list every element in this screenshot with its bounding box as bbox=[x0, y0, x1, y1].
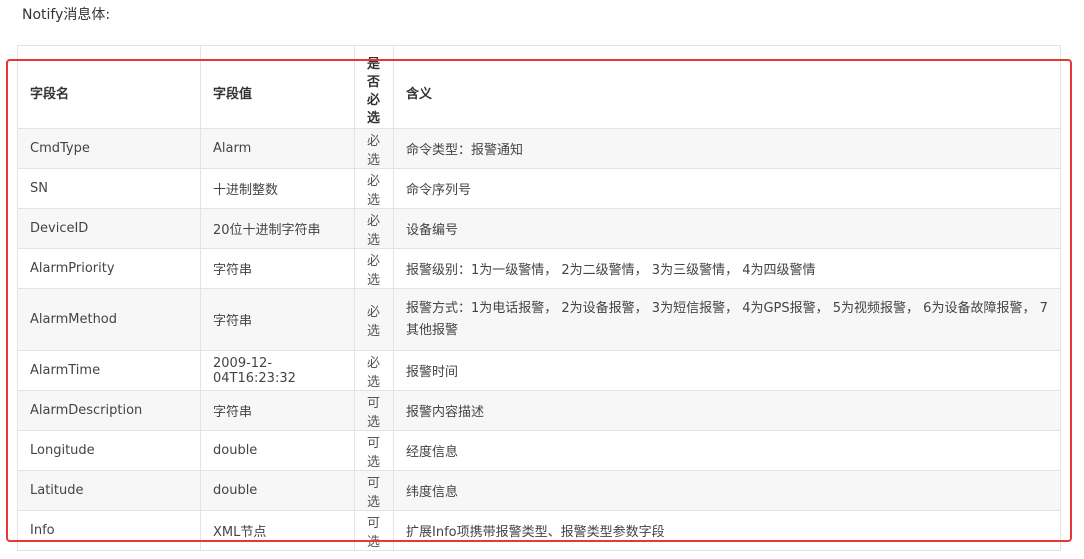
cell-field-name: Latitude bbox=[17, 470, 201, 511]
cell-meaning: 报警时间 bbox=[393, 350, 1061, 391]
cell-field-value: 字符串 bbox=[200, 288, 355, 351]
cell-meaning: 命令类型：报警通知 bbox=[393, 128, 1061, 169]
cell-field-name: AlarmTime bbox=[17, 350, 201, 391]
cell-field-name: CmdType bbox=[17, 128, 201, 169]
section-heading: Notify消息体: bbox=[22, 7, 111, 23]
cell-required: 必选 bbox=[354, 168, 394, 209]
cell-required: 可选 bbox=[354, 510, 394, 551]
header-meaning: 含义 bbox=[393, 45, 1061, 129]
cell-required: 可选 bbox=[354, 430, 394, 471]
table-row: SN 十进制整数 必选 命令序列号 bbox=[17, 168, 1061, 209]
table-row: DeviceID 20位十进制字符串 必选 设备编号 bbox=[17, 208, 1061, 249]
cell-field-name: DeviceID bbox=[17, 208, 201, 249]
cell-required: 必选 bbox=[354, 288, 394, 351]
cell-meaning: 扩展Info项携带报警类型、报警类型参数字段 bbox=[393, 510, 1061, 551]
table-row: AlarmTime 2009-12-04T16:23:32 必选 报警时间 bbox=[17, 350, 1061, 391]
table-row: Info XML节点 可选 扩展Info项携带报警类型、报警类型参数字段 bbox=[17, 510, 1061, 551]
cell-required: 可选 bbox=[354, 470, 394, 511]
cell-required: 可选 bbox=[354, 390, 394, 431]
cell-required: 必选 bbox=[354, 128, 394, 169]
cell-meaning: 设备编号 bbox=[393, 208, 1061, 249]
cell-field-value: 字符串 bbox=[200, 390, 355, 431]
table-row: AlarmDescription 字符串 可选 报警内容描述 bbox=[17, 390, 1061, 431]
table-row: CmdType Alarm 必选 命令类型：报警通知 bbox=[17, 128, 1061, 169]
header-field-value: 字段值 bbox=[200, 45, 355, 129]
cell-field-value: double bbox=[200, 470, 355, 511]
cell-meaning: 经度信息 bbox=[393, 430, 1061, 471]
table-row: AlarmPriority 字符串 必选 报警级别：1为一级警情， 2为二级警情… bbox=[17, 248, 1061, 289]
cell-field-name: Info bbox=[17, 510, 201, 551]
cell-meaning: 报警方式：1为电话报警， 2为设备报警， 3为短信报警， 4为GPS报警， 5为… bbox=[393, 288, 1061, 351]
notify-fields-table: 字段名 字段值 是否必选 含义 CmdType Alarm 必选 命令类型：报警… bbox=[17, 45, 1061, 551]
table-header-row: 字段名 字段值 是否必选 含义 bbox=[17, 45, 1061, 129]
cell-field-name: AlarmMethod bbox=[17, 288, 201, 351]
cell-required: 必选 bbox=[354, 208, 394, 249]
cell-required: 必选 bbox=[354, 248, 394, 289]
table-row: Longitude double 可选 经度信息 bbox=[17, 430, 1061, 471]
cell-field-value: double bbox=[200, 430, 355, 471]
cell-required: 必选 bbox=[354, 350, 394, 391]
cell-field-value: 字符串 bbox=[200, 248, 355, 289]
cell-field-name: AlarmDescription bbox=[17, 390, 201, 431]
table-row: AlarmMethod 字符串 必选 报警方式：1为电话报警， 2为设备报警， … bbox=[17, 288, 1061, 351]
cell-field-name: AlarmPriority bbox=[17, 248, 201, 289]
table-row: Latitude double 可选 纬度信息 bbox=[17, 470, 1061, 511]
header-required: 是否必选 bbox=[354, 45, 394, 129]
cell-field-value: Alarm bbox=[200, 128, 355, 169]
notify-table-container: 字段名 字段值 是否必选 含义 CmdType Alarm 必选 命令类型：报警… bbox=[17, 45, 1061, 551]
cell-field-name: SN bbox=[17, 168, 201, 209]
cell-field-value: 2009-12-04T16:23:32 bbox=[200, 350, 355, 391]
cell-meaning: 纬度信息 bbox=[393, 470, 1061, 511]
cell-field-value: 十进制整数 bbox=[200, 168, 355, 209]
cell-meaning: 命令序列号 bbox=[393, 168, 1061, 209]
cell-meaning: 报警内容描述 bbox=[393, 390, 1061, 431]
cell-meaning: 报警级别：1为一级警情， 2为二级警情， 3为三级警情， 4为四级警情 bbox=[393, 248, 1061, 289]
cell-field-name: Longitude bbox=[17, 430, 201, 471]
header-field-name: 字段名 bbox=[17, 45, 201, 129]
cell-field-value: 20位十进制字符串 bbox=[200, 208, 355, 249]
cell-field-value: XML节点 bbox=[200, 510, 355, 551]
